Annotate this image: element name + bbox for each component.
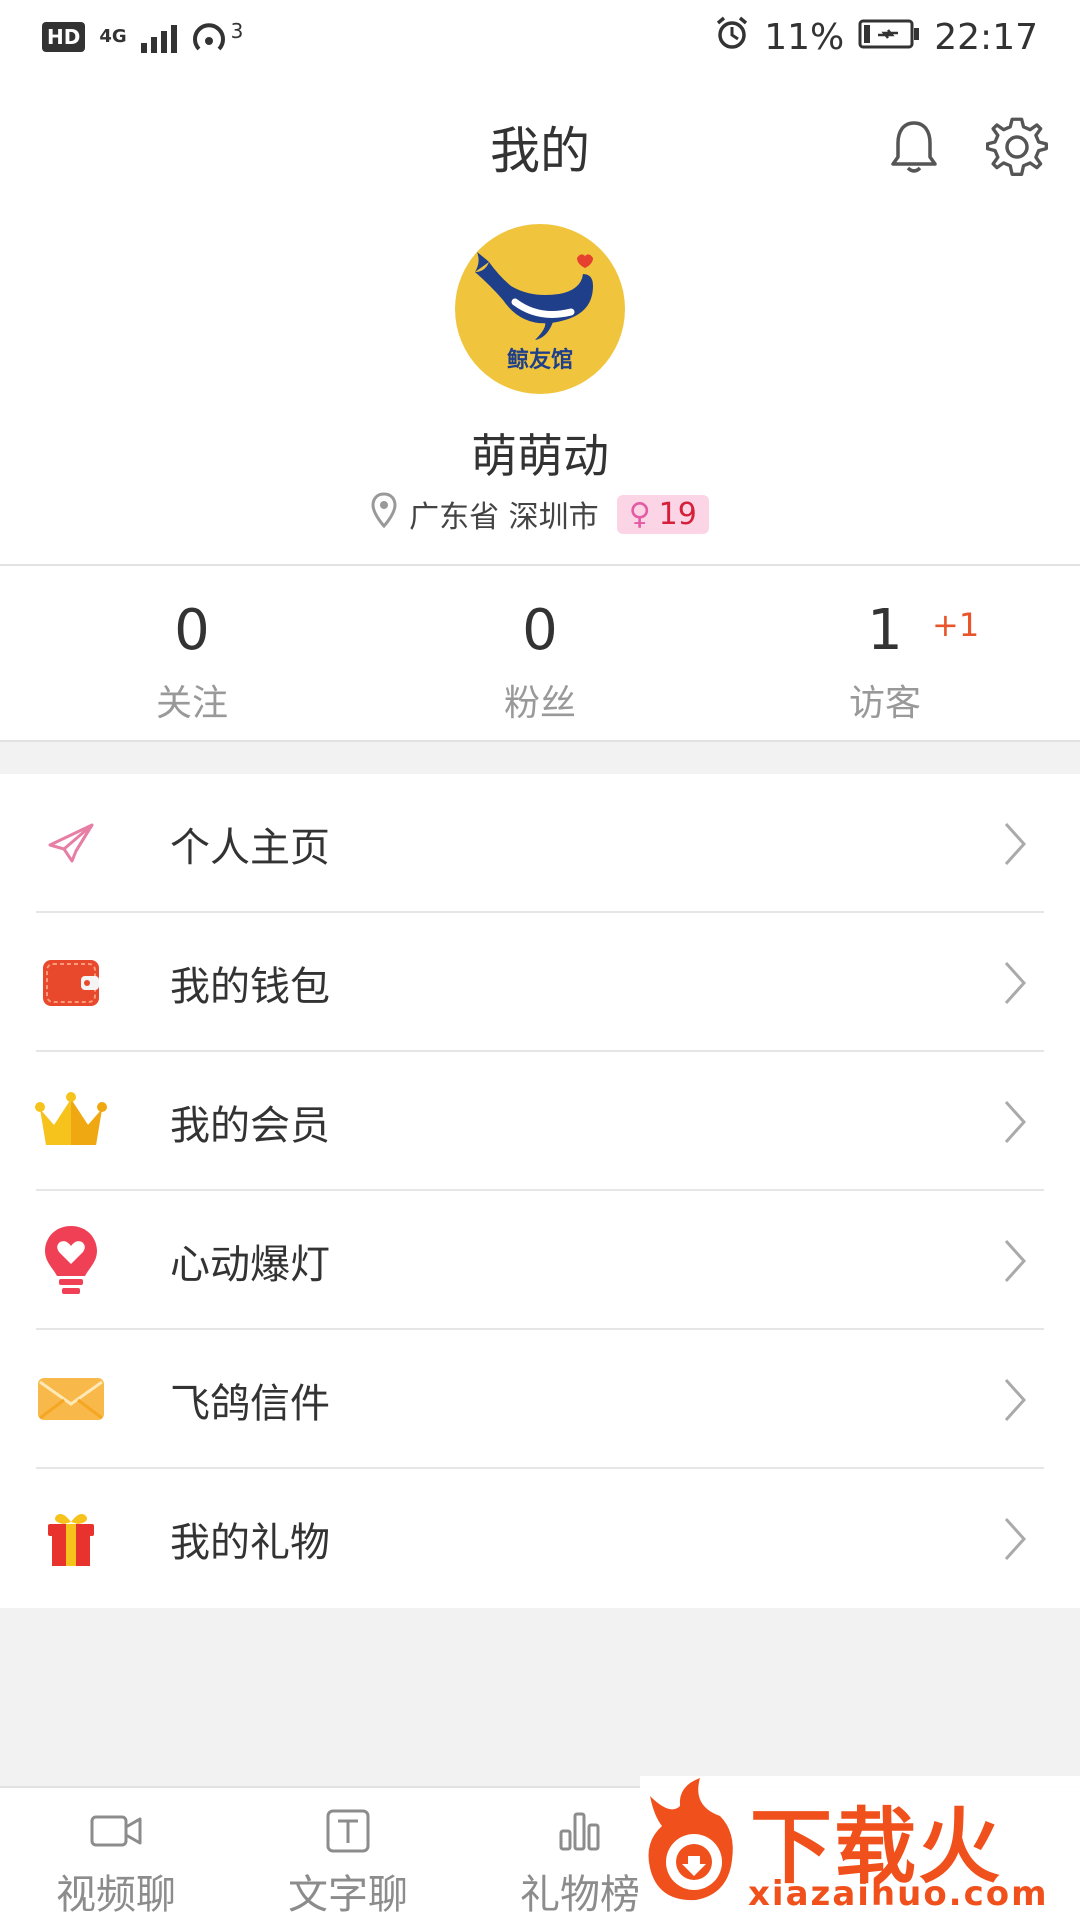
gift-icon: [34, 1503, 108, 1573]
clock-time: 22:17: [934, 16, 1038, 58]
menu-item-gifts[interactable]: 我的礼物: [0, 1469, 1080, 1608]
menu-label: 心动爆灯: [170, 1241, 330, 1288]
hotspot-count: 3: [230, 19, 244, 43]
app-root: HD 4G 3 11% 22:17 我的 鲸友馆 萌萌动 广东省 深圳市 ♀ 1…: [0, 0, 1080, 1920]
menu-item-heart-light[interactable]: 心动爆灯: [0, 1191, 1080, 1330]
page-title: 我的: [490, 122, 590, 180]
menu-item-membership[interactable]: 我的会员: [0, 1052, 1080, 1191]
bell-icon[interactable]: [881, 114, 947, 180]
tab-video-chat[interactable]: 视频聊: [16, 1806, 216, 1920]
video-icon: [16, 1806, 216, 1856]
watermark: 下载火 xiazaihuo.com: [640, 1776, 1080, 1920]
menu-item-profile[interactable]: 个人主页: [0, 774, 1080, 913]
chevron-right-icon: [1004, 1517, 1027, 1561]
location-pin-icon: [371, 492, 397, 536]
avatar[interactable]: 鲸友馆: [455, 224, 625, 394]
following-count: 0: [174, 598, 210, 663]
hotspot-icon: 3: [191, 19, 244, 55]
network-type: 4G: [99, 26, 127, 47]
menu-label: 我的会员: [170, 1102, 330, 1149]
female-icon: ♀: [628, 496, 651, 532]
flame-logo-icon: [648, 1778, 733, 1901]
hd-badge: HD: [42, 22, 86, 52]
tab-text-chat[interactable]: 文字聊: [248, 1806, 448, 1920]
chevron-right-icon: [1004, 1378, 1027, 1422]
battery-percent: 11%: [764, 16, 845, 58]
menu-label: 我的钱包: [170, 963, 330, 1010]
menu-list: 个人主页 我的钱包 我的会员 心动爆灯 飞鸽信件 我的礼物: [0, 774, 1080, 1608]
tab-label: 视频聊: [56, 1872, 176, 1918]
battery-icon: [858, 17, 920, 58]
menu-label: 个人主页: [170, 824, 330, 871]
menu-label: 飞鸽信件: [170, 1380, 330, 1427]
username: 萌萌动: [471, 429, 609, 483]
page-header: 我的: [0, 74, 1080, 220]
chevron-right-icon: [1004, 1239, 1027, 1283]
wallet-icon: [34, 947, 108, 1017]
menu-label: 我的礼物: [170, 1519, 330, 1566]
menu-item-letters[interactable]: 飞鸽信件: [0, 1330, 1080, 1469]
avatar-caption: 鲸友馆: [506, 348, 573, 373]
chevron-right-icon: [1004, 822, 1027, 866]
gear-icon[interactable]: [984, 114, 1050, 180]
stats-row: 0 关注 0 粉丝 1 访客 +1: [0, 566, 1080, 742]
envelope-icon: [34, 1364, 108, 1434]
alarm-icon: [714, 15, 750, 60]
chevron-right-icon: [1004, 961, 1027, 1005]
status-bar: HD 4G 3 11% 22:17: [0, 0, 1080, 74]
paper-plane-icon: [34, 808, 108, 878]
profile-section: 鲸友馆 萌萌动 广东省 深圳市 ♀ 19: [0, 220, 1080, 566]
menu-item-wallet[interactable]: 我的钱包: [0, 913, 1080, 1052]
watermark-url: xiazaihuo.com: [748, 1874, 1049, 1914]
heart-bulb-icon: [34, 1225, 108, 1295]
visitors-delta: +1: [932, 606, 980, 644]
crown-icon: [34, 1086, 108, 1156]
following-label: 关注: [155, 683, 228, 724]
gender-age-badge: ♀ 19: [616, 494, 709, 534]
text-icon: [248, 1806, 448, 1856]
status-left: HD 4G 3: [42, 19, 243, 55]
fans-count: 0: [522, 598, 558, 663]
location-row: 广东省 深圳市 ♀ 19: [0, 492, 1080, 536]
signal-icon: [140, 21, 177, 53]
stat-fans[interactable]: 0 粉丝: [410, 596, 670, 726]
location-text: 广东省 深圳市: [409, 500, 599, 535]
tab-label: 文字聊: [288, 1872, 408, 1918]
status-right: 11% 22:17: [714, 15, 1038, 60]
stat-following[interactable]: 0 关注: [62, 596, 322, 726]
fans-label: 粉丝: [503, 683, 576, 724]
age-value: 19: [658, 496, 697, 532]
chevron-right-icon: [1004, 1100, 1027, 1144]
visitors-label: 访客: [848, 683, 921, 724]
